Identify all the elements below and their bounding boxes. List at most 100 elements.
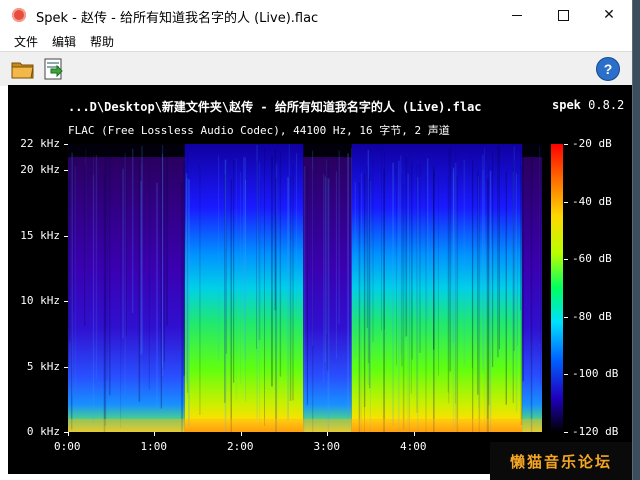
spectrogram-streak bbox=[156, 182, 158, 414]
menu-help[interactable]: 帮助 bbox=[90, 33, 114, 50]
toolbar: ? bbox=[0, 51, 632, 86]
audio-format-info: FLAC (Free Lossless Audio Codec), 44100 … bbox=[68, 124, 450, 137]
frequency-tick-mark bbox=[64, 144, 68, 145]
spectrogram-streak bbox=[456, 176, 459, 432]
spectrogram-streak bbox=[125, 152, 127, 337]
time-tick-mark bbox=[240, 432, 242, 436]
db-tick-label: -100 dB bbox=[572, 367, 619, 381]
spectrogram-streak bbox=[106, 148, 108, 382]
frequency-tick-mark bbox=[64, 170, 68, 172]
spectrogram-streak bbox=[361, 172, 362, 432]
spectrogram-streak bbox=[383, 152, 385, 330]
spek-window: Spek - 赵传 - 给所有知道我名字的人 (Live).flac ✕ 文件 … bbox=[0, 0, 633, 480]
save-button[interactable] bbox=[40, 56, 66, 82]
spectrogram-streak bbox=[323, 174, 325, 383]
db-tick-mark bbox=[564, 144, 568, 145]
spectrogram-streak bbox=[498, 146, 500, 350]
db-tick-mark bbox=[564, 201, 568, 203]
frequency-tick-label: 15 kHz bbox=[20, 228, 60, 242]
spectrogram-streak bbox=[324, 176, 326, 363]
spectrogram-streak bbox=[489, 170, 492, 432]
save-image-icon bbox=[44, 58, 63, 80]
db-tick-label: -20 dB bbox=[572, 137, 612, 150]
spectrogram-streak bbox=[74, 166, 76, 392]
spectrogram-streak bbox=[224, 159, 227, 432]
spectrogram-streak bbox=[243, 156, 245, 317]
spectrogram-streak bbox=[347, 153, 349, 419]
file-path-header: ...D\Desktop\新建文件夹\赵传 - 给所有知道我名字的人 (Live… bbox=[68, 100, 482, 114]
spectrogram-streak bbox=[120, 180, 122, 429]
spectrogram-streak bbox=[488, 166, 490, 406]
frequency-tick-label: 10 kHz bbox=[20, 294, 60, 308]
spectrogram-streak bbox=[358, 182, 361, 432]
spectrogram-streak bbox=[245, 179, 246, 402]
spectrogram-streak bbox=[95, 154, 98, 380]
spectrogram-streak bbox=[163, 145, 165, 370]
spectrogram-streak bbox=[166, 153, 168, 326]
close-button[interactable]: ✕ bbox=[586, 0, 632, 30]
spectrogram-streak bbox=[68, 177, 71, 342]
spectrogram-streak bbox=[84, 166, 86, 326]
spek-app-icon bbox=[12, 8, 26, 22]
spectrogram-streak bbox=[161, 153, 163, 369]
spectrogram-streak bbox=[401, 174, 403, 367]
spectrogram-streak bbox=[402, 183, 405, 430]
spectrogram-streak bbox=[259, 162, 260, 430]
time-tick-mark bbox=[413, 432, 415, 436]
close-icon: ✕ bbox=[603, 7, 615, 23]
minimize-button[interactable] bbox=[494, 0, 540, 30]
menu-file[interactable]: 文件 bbox=[14, 33, 38, 50]
spectrogram-streak bbox=[396, 168, 397, 366]
spectrogram-streak bbox=[160, 144, 162, 409]
spectrogram-streak bbox=[256, 144, 258, 420]
db-tick-label: -120 dB bbox=[572, 425, 619, 438]
menu-edit[interactable]: 编辑 bbox=[52, 33, 76, 50]
window-title: Spek - 赵传 - 给所有知道我名字的人 (Live).flac bbox=[36, 11, 319, 26]
spectrogram-streak bbox=[233, 160, 235, 383]
spectrogram-streak bbox=[230, 179, 232, 432]
spectrogram-streak bbox=[463, 159, 466, 367]
spectrogram-streak bbox=[71, 145, 73, 430]
open-file-button[interactable] bbox=[10, 56, 36, 82]
menu-bar: 文件 编辑 帮助 bbox=[0, 30, 632, 51]
spectrogram-streak bbox=[505, 171, 507, 405]
spek-app-name: spek bbox=[552, 98, 581, 112]
spectrogram-streak bbox=[540, 165, 541, 387]
time-tick-label: 3:00 bbox=[313, 440, 340, 453]
db-colorbar bbox=[551, 144, 563, 432]
spectrogram-streak bbox=[512, 171, 514, 381]
maximize-button[interactable] bbox=[540, 0, 586, 30]
spectrogram-streak bbox=[398, 160, 400, 432]
spectrogram-streak bbox=[264, 147, 265, 426]
maximize-icon bbox=[557, 9, 569, 21]
spectrogram-streak bbox=[417, 177, 419, 432]
spek-version: 0.8.2 bbox=[588, 98, 625, 112]
help-button[interactable]: ? bbox=[596, 57, 620, 81]
spectrogram-streak bbox=[419, 163, 421, 353]
spectrogram-streak bbox=[140, 181, 142, 356]
minimize-icon bbox=[512, 14, 522, 16]
spectrogram-streak bbox=[497, 146, 499, 358]
frequency-tick-mark bbox=[64, 301, 68, 303]
spectrogram-streak bbox=[515, 173, 518, 413]
frequency-tick-mark bbox=[64, 235, 68, 237]
spectrogram-streak bbox=[306, 165, 308, 405]
spectrogram-streak bbox=[141, 163, 143, 391]
help-icon: ? bbox=[603, 61, 613, 77]
spectrogram-streak bbox=[188, 179, 190, 426]
frequency-tick-mark bbox=[64, 366, 68, 368]
spectrogram-streak bbox=[372, 161, 374, 342]
spectrogram-streak bbox=[522, 145, 524, 382]
forum-watermark: 懒猫音乐论坛 bbox=[490, 442, 632, 480]
spectrogram-streak bbox=[364, 174, 365, 432]
title-bar[interactable]: Spek - 赵传 - 给所有知道我名字的人 (Live).flac ✕ bbox=[0, 0, 632, 31]
spectrogram-plot bbox=[68, 144, 542, 432]
spectrogram-streak bbox=[289, 176, 292, 401]
spectrogram-streak bbox=[199, 164, 201, 415]
spectrogram-streak bbox=[486, 178, 489, 432]
db-tick-label: -80 dB bbox=[572, 309, 612, 323]
spectrogram-streak bbox=[288, 144, 290, 314]
spectrogram-streak bbox=[327, 178, 330, 432]
spectrogram-streak bbox=[530, 156, 533, 432]
time-tick-mark bbox=[327, 432, 329, 436]
